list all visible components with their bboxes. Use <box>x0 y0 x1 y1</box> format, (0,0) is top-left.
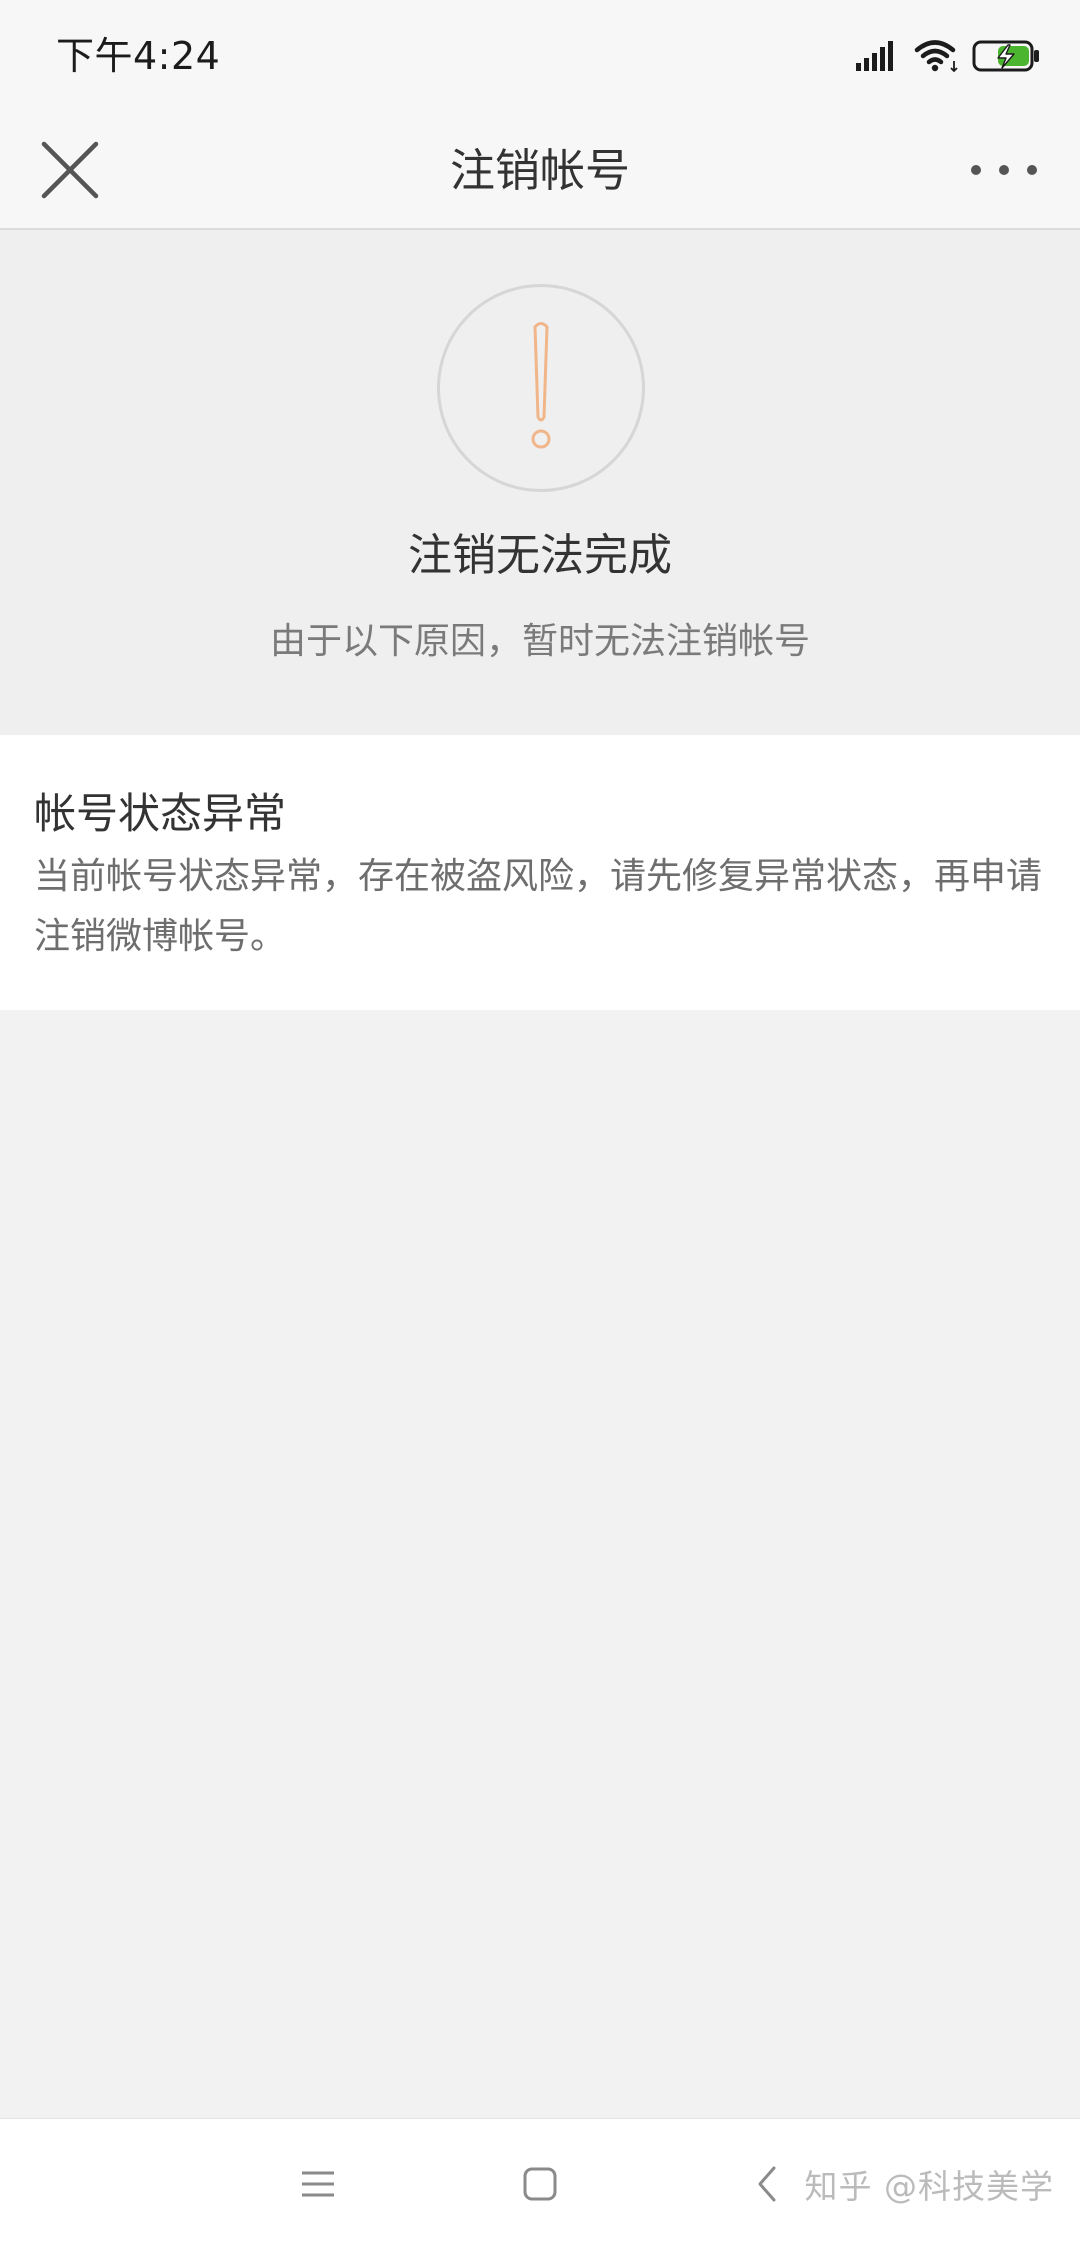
error-section: 注销无法完成 由于以下原因，暂时无法注销帐号 <box>0 230 1080 735</box>
home-icon <box>523 2167 557 2201</box>
more-button[interactable] <box>964 146 1044 194</box>
status-bar: 下午4:24 <box>0 0 1080 112</box>
warning-icon <box>437 284 645 492</box>
status-icons <box>856 36 1042 76</box>
reason-title: 帐号状态异常 <box>34 789 287 838</box>
menu-icon <box>302 2171 334 2197</box>
reason-description: 当前帐号状态异常，存在被盗风险，请先修复异常状态，再申请注销微博帐号。 <box>34 856 1043 957</box>
system-nav-bar: 知乎 @科技美学 <box>0 2118 1080 2249</box>
battery-charging-icon <box>972 39 1042 73</box>
status-time: 下午4:24 <box>56 34 221 78</box>
page-title: 注销帐号 <box>449 144 630 197</box>
menu-button[interactable] <box>288 2154 348 2214</box>
more-icon <box>971 165 1037 175</box>
error-subtitle: 由于以下原因，暂时无法注销帐号 <box>269 621 810 662</box>
error-title: 注销无法完成 <box>408 530 672 581</box>
signal-icon <box>856 41 898 71</box>
reason-card: 帐号状态异常 当前帐号状态异常，存在被盗风险，请先修复异常状态，再申请注销微博帐… <box>0 735 1080 1010</box>
home-button[interactable] <box>510 2154 570 2214</box>
wifi-icon <box>914 39 960 73</box>
back-button[interactable] <box>738 2154 798 2214</box>
watermark: 知乎 @科技美学 <box>804 2167 1054 2206</box>
nav-bar: 注销帐号 <box>0 112 1080 230</box>
back-icon <box>758 2166 776 2202</box>
